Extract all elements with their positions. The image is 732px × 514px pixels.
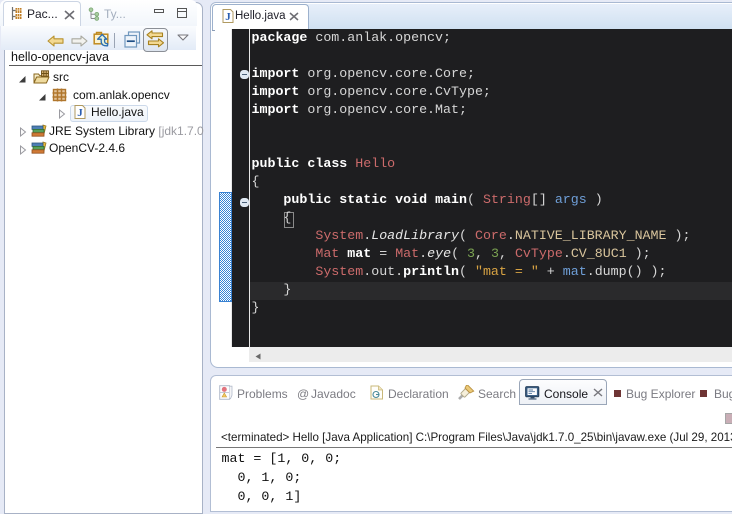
svg-text:J: J: [225, 11, 231, 23]
svg-text:J: J: [77, 107, 83, 119]
